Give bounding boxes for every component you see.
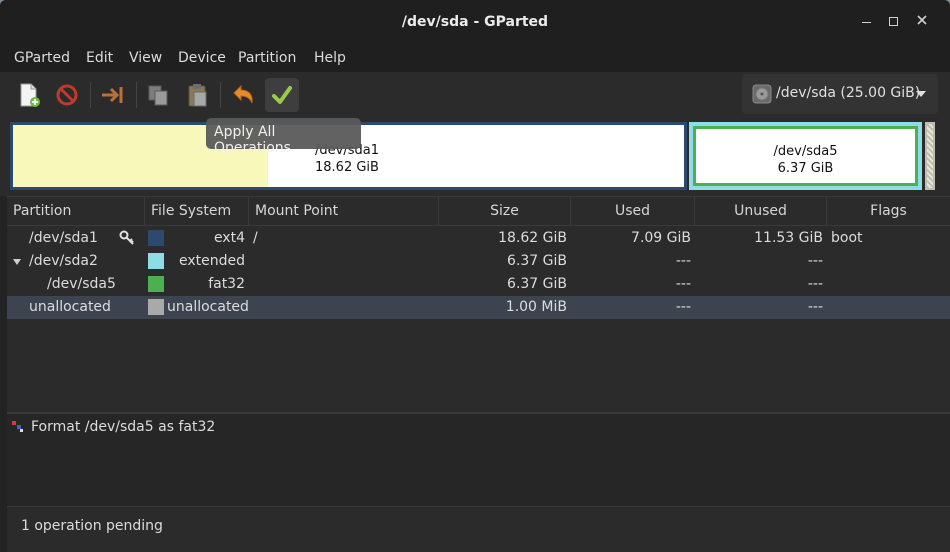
close-icon (917, 15, 927, 25)
row-size: 6.37 GiB (507, 276, 567, 292)
menu-device[interactable]: Device (178, 50, 226, 66)
gparted-window: /dev/sda - GParted GParted Edit View Dev… (0, 0, 950, 552)
table-row[interactable]: /dev/sda2 extended 6.37 GiB --- --- (7, 250, 950, 273)
table-row[interactable]: /dev/sda1 ext4 / 18.62 GiB 7.09 GiB 11.5… (7, 227, 950, 250)
key-icon (119, 230, 134, 245)
menu-edit[interactable]: Edit (86, 50, 113, 66)
column-size[interactable]: Size (439, 197, 571, 226)
paste-button[interactable] (180, 78, 214, 112)
menu-gparted[interactable]: GParted (14, 50, 70, 66)
row-flags: boot (831, 230, 863, 246)
row-used: --- (675, 253, 691, 269)
sda5-map-size: 6.37 GiB (777, 161, 834, 176)
maximize-icon (888, 17, 898, 26)
row-unused: --- (807, 253, 823, 269)
row-used: 7.09 GiB (631, 230, 691, 246)
row-size: 18.62 GiB (498, 230, 567, 246)
minimize-button[interactable] (858, 14, 874, 30)
column-partition[interactable]: Partition (7, 197, 145, 226)
title-bar: /dev/sda - GParted (0, 0, 950, 44)
left-border (0, 196, 7, 552)
row-file-system: ext4 (213, 230, 245, 246)
device-selector[interactable]: /dev/sda (25.00 GiB) (742, 74, 938, 114)
row-file-system: extended (178, 253, 245, 269)
column-flags[interactable]: Flags (827, 197, 950, 226)
menu-view[interactable]: View (129, 50, 162, 66)
fs-color-swatch (148, 276, 164, 292)
new-partition-button[interactable] (12, 78, 46, 112)
sda1-map-size: 18.62 GiB (315, 160, 379, 175)
fs-color-swatch (148, 253, 164, 269)
row-unused: --- (807, 299, 823, 315)
resize-move-button[interactable] (96, 78, 130, 112)
toolbar-separator (136, 82, 137, 108)
disk-map-sda5[interactable]: /dev/sda5 6.37 GiB (693, 126, 918, 186)
row-partition: /dev/sda2 (29, 253, 98, 269)
table-row[interactable]: unallocated unallocated 1.00 MiB --- --- (7, 296, 950, 319)
copy-icon (148, 85, 168, 106)
sda5-map-name: /dev/sda5 (773, 144, 838, 159)
maximize-button[interactable] (885, 14, 901, 30)
column-unused[interactable]: Unused (695, 197, 827, 226)
expander-arrow-icon[interactable] (13, 259, 21, 265)
window-title: /dev/sda - GParted (401, 14, 549, 30)
status-text: 1 operation pending (21, 518, 163, 534)
disk-map: /dev/sda1 18.62 GiB /dev/sda5 6.37 GiB (0, 118, 950, 196)
table-row[interactable]: /dev/sda5 fat32 6.37 GiB --- --- (7, 273, 950, 296)
menu-bar: GParted Edit View Device Partition Help (0, 44, 950, 72)
apply-check-icon (272, 86, 292, 104)
row-size: 6.37 GiB (507, 253, 567, 269)
undo-icon (233, 84, 253, 104)
column-mount-point[interactable]: Mount Point (249, 197, 439, 226)
hard-disk-icon (752, 84, 772, 104)
undo-button[interactable] (226, 78, 260, 112)
table-header: Partition File System Mount Point Size U… (7, 197, 950, 226)
operation-item[interactable]: Format /dev/sda5 as fat32 (31, 419, 215, 435)
row-partition: /dev/sda1 (29, 230, 98, 246)
fs-color-swatch (148, 299, 164, 315)
row-file-system: fat32 (208, 276, 245, 292)
chevron-down-icon (916, 91, 926, 97)
copy-button[interactable] (141, 78, 175, 112)
row-file-system: unallocated (167, 299, 249, 315)
menu-partition[interactable]: Partition (238, 50, 296, 66)
partition-table: Partition File System Mount Point Size U… (7, 196, 950, 412)
apply-tooltip: Apply All Operations (206, 118, 361, 156)
disk-map-unallocated[interactable] (925, 122, 935, 190)
sda5-map-label: /dev/sda5 6.37 GiB (696, 143, 915, 177)
new-partition-icon (20, 83, 40, 107)
column-used[interactable]: Used (571, 197, 695, 226)
toolbar-separator (220, 82, 221, 108)
fs-color-swatch (148, 230, 164, 246)
delete-icon (56, 84, 78, 106)
row-unused: 11.53 GiB (754, 230, 823, 246)
row-partition: /dev/sda5 (47, 276, 116, 292)
status-bar: 1 operation pending (7, 506, 950, 546)
minimize-icon (861, 22, 871, 23)
device-selector-label: /dev/sda (25.00 GiB) (776, 85, 921, 101)
row-used: --- (675, 299, 691, 315)
pending-operations-pane: Format /dev/sda5 as fat32 (7, 412, 950, 506)
row-partition: unallocated (29, 299, 111, 315)
resize-move-icon (102, 87, 123, 103)
row-size: 1.00 MiB (505, 299, 567, 315)
row-mount-point: / (253, 230, 258, 246)
row-used: --- (675, 276, 691, 292)
paste-icon (188, 84, 207, 107)
format-operation-icon (12, 421, 23, 432)
toolbar-separator (90, 82, 91, 108)
disk-map-sda2-extended[interactable]: /dev/sda5 6.37 GiB (689, 122, 922, 190)
menu-help[interactable]: Help (314, 50, 346, 66)
delete-button[interactable] (50, 78, 84, 112)
close-button[interactable] (914, 14, 930, 30)
row-unused: --- (807, 276, 823, 292)
column-file-system[interactable]: File System (145, 197, 249, 226)
apply-button[interactable] (265, 78, 299, 112)
